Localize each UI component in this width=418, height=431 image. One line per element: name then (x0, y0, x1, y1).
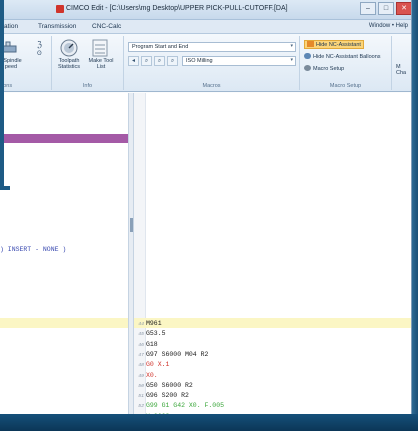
code-line[interactable]: 48 G0 X.1 (134, 360, 169, 369)
code-token: G53.5 (146, 330, 166, 338)
tab-ation[interactable]: ation (4, 23, 18, 30)
code-token: G0 X.1 (146, 361, 170, 369)
app-icon (56, 5, 64, 13)
code-token: G96 S200 R2 (146, 392, 189, 400)
nc-code-editor[interactable]: 44 M961 45 G53.5 46 G18 47 G97 S6000 M04 R2 48 G0… (134, 93, 411, 414)
line-number: 51 (138, 394, 144, 400)
window-help-menu[interactable]: Window • Help (369, 23, 408, 29)
iso-milling-dropdown[interactable]: ISO Milling ▾ (182, 56, 296, 66)
splitter-grip[interactable] (130, 218, 133, 232)
chevron-down-icon: ▾ (290, 57, 293, 63)
code-token: G18 (146, 340, 158, 348)
svg-text:ʘ: ʘ (37, 50, 42, 57)
tab-cnc-calc[interactable]: CNC-Calc (92, 23, 121, 30)
line-number: 52 (138, 404, 144, 410)
hide-nc-assistant-label: Hide NC-Assistant (316, 42, 361, 48)
macro-setup-button[interactable]: Macro Setup (304, 65, 344, 72)
macro-prev-icon[interactable]: ◂ (128, 56, 139, 66)
svg-text:ℨ: ℨ (37, 40, 42, 49)
make-tool-list-button[interactable]: Make Tool List (86, 58, 116, 70)
ribbon: t Spindle peed ℨʘ ions Toolpath Statisti… (0, 34, 411, 92)
insert-mode-text: ) INSERT - NONE ) (0, 246, 67, 253)
current-line-highlight (0, 318, 128, 328)
code-line[interactable]: 44 M961 (134, 319, 162, 328)
line-number: 44 (138, 322, 144, 327)
ribbon-group-nc-assistant: Hide NC-Assistant Hide NC-Assistant Ball… (300, 36, 392, 90)
code-token: G97 S6000 M04 R2 (146, 350, 209, 358)
close-button[interactable]: ✕ (396, 2, 411, 15)
line-number: 49 (138, 373, 144, 379)
window-controls: – □ ✕ (360, 2, 411, 15)
hide-balloons-label: Hide NC-Assistant Balloons (313, 54, 381, 60)
iso-milling-value: ISO Milling (186, 58, 213, 64)
code-line[interactable]: 49 X0. (134, 371, 158, 380)
maximize-button[interactable]: □ (378, 2, 394, 15)
macro-dropdown-value: Program Start and End (132, 44, 189, 50)
code-line[interactable]: 52 G99 G1 G42 X0. F.005 (134, 401, 224, 410)
hide-balloons-button[interactable]: Hide NC-Assistant Balloons (304, 53, 381, 60)
tab-transmission[interactable]: Transmission (38, 23, 76, 30)
macros-group-label: Macros (202, 83, 221, 89)
cimco-edit-window: CIMCO Edit - [C:\Users\mg Desktop\UPPER … (0, 0, 412, 414)
left-editor-pane[interactable]: ) INSERT - NONE ) (0, 93, 128, 414)
line-number: 45 (138, 332, 144, 338)
macro-setup-group-label: Macro Setup (329, 83, 362, 89)
macro-setup-label: Macro Setup (313, 66, 345, 72)
line-number: 47 (138, 352, 144, 358)
minimize-button[interactable]: – (360, 2, 376, 15)
code-line[interactable]: 51 G96 S200 R2 (134, 391, 189, 400)
balloon-icon (304, 53, 311, 59)
ribbon-group-left: t Spindle peed ℨʘ ions (0, 36, 52, 90)
current-line-highlight (134, 318, 411, 328)
search-icon[interactable]: ⌕ (141, 56, 152, 66)
taskbar-strip (0, 414, 418, 431)
selected-section-bar (0, 134, 128, 143)
compare-icon[interactable]: ℨʘ (36, 39, 48, 57)
assistant-icon (307, 41, 314, 47)
line-number: 50 (138, 383, 144, 389)
ribbon-group-info: Toolpath Statistics Make Tool List Info (52, 36, 124, 90)
chevron-down-icon: ▾ (290, 43, 293, 49)
macro-dropdown[interactable]: Program Start and End ▾ (128, 42, 296, 52)
info-group-label: Info (82, 83, 93, 89)
machine-change-button[interactable]: M Cha (396, 64, 411, 76)
code-token: M961 (146, 320, 162, 327)
gear-icon (304, 65, 311, 71)
code-token: X0. (146, 371, 158, 379)
ribbon-tabs: ation Transmission CNC-Calc Window • Hel… (0, 20, 411, 34)
toolpath-statistics-button[interactable]: Toolpath Statistics (54, 58, 84, 70)
find-icon[interactable]: ⌕ (154, 56, 165, 66)
code-token: G50 S6000 R2 (146, 381, 193, 389)
code-line[interactable]: 47 G97 S6000 M04 R2 (134, 350, 208, 359)
spindle-icon (2, 40, 18, 56)
code-line[interactable]: 50 G50 S6000 R2 (134, 381, 193, 390)
code-line[interactable]: 45 G53.5 (134, 329, 166, 338)
make-tool-list-icon (92, 39, 108, 57)
zoom-icon[interactable]: ⌕ (167, 56, 178, 66)
line-number: 48 (138, 363, 144, 369)
code-token: G99 G1 G42 X0. F.005 (146, 402, 225, 410)
window-edge (412, 0, 418, 414)
toolpath-statistics-icon (60, 39, 78, 57)
window-title: CIMCO Edit - [C:\Users\mg Desktop\UPPER … (66, 5, 288, 12)
ribbon-group-label: ions (2, 83, 13, 89)
ribbon-group-right: M Cha (392, 36, 411, 90)
ribbon-group-macros: Program Start and End ▾ ◂ ⌕ ⌕ ⌕ ISO Mill… (124, 36, 300, 90)
title-bar: CIMCO Edit - [C:\Users\mg Desktop\UPPER … (0, 0, 411, 20)
line-number: 46 (138, 342, 144, 348)
hide-nc-assistant-button[interactable]: Hide NC-Assistant (304, 40, 364, 49)
code-line[interactable]: 46 G18 (134, 340, 158, 349)
floating-panel-corner (0, 186, 10, 190)
floating-panel-border (0, 0, 4, 190)
